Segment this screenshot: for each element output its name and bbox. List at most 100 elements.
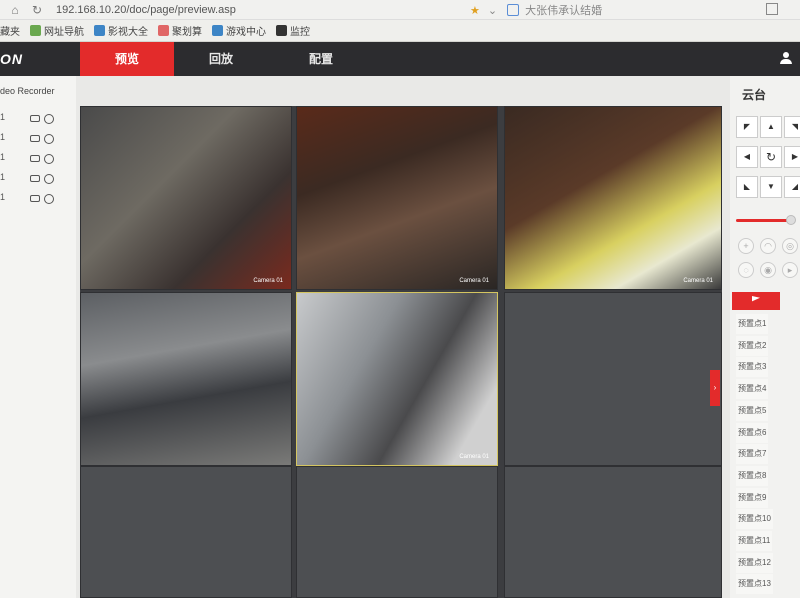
preset-item[interactable]: 预置点10 xyxy=(736,509,792,530)
browser-tab[interactable]: ★ ⌄ 大张伟承认结婚 xyxy=(470,0,602,20)
chevron-down-icon[interactable]: ⌄ xyxy=(488,4,497,17)
record-icon[interactable] xyxy=(44,114,54,124)
camera-label: Camera 01 xyxy=(459,454,489,460)
ptz-up-right-button[interactable]: ◥ xyxy=(784,116,800,138)
preset-item[interactable]: 预置点1 xyxy=(736,314,792,334)
refresh-icon[interactable]: ↻ xyxy=(30,3,44,17)
ptz-speed-slider-knob[interactable] xyxy=(786,215,796,225)
video-cell-empty[interactable] xyxy=(504,466,722,598)
video-cell[interactable]: Camera 01 xyxy=(296,292,498,466)
record-icon[interactable] xyxy=(44,194,54,204)
preset-item[interactable]: 预置点11 xyxy=(736,531,792,551)
preset-item[interactable]: 预置点7 xyxy=(736,444,792,465)
camera-feed-image xyxy=(81,293,291,465)
channel-number: 1 xyxy=(0,192,6,202)
channel-panel: deo Recorder 1 1 1 1 1 xyxy=(0,76,76,598)
bookmarks-bar: 藏夹 网址导航 影视大全 聚划算 游戏中心 监控 xyxy=(0,20,800,42)
menu-preview[interactable]: 预览 xyxy=(80,42,174,76)
brand-logo: ON xyxy=(0,51,23,67)
video-cell[interactable]: Camera 01 xyxy=(504,106,722,290)
apps-grid-icon[interactable] xyxy=(766,3,778,15)
ptz-down-button[interactable]: ▼ xyxy=(760,176,782,198)
bookmark-item[interactable]: 游戏中心 xyxy=(212,23,266,38)
ptz-right-button[interactable]: ▶ xyxy=(784,146,800,168)
preset-label: 预置点5 xyxy=(736,400,769,421)
channel-row[interactable]: 1 xyxy=(0,192,76,208)
ptz-up-left-button[interactable]: ◤ xyxy=(736,116,758,138)
preset-item[interactable]: 预置点6 xyxy=(736,422,792,443)
light-icon[interactable]: ◌ xyxy=(738,262,754,278)
preset-label: 预置点2 xyxy=(736,335,769,356)
home-icon[interactable]: ⌂ xyxy=(8,3,22,17)
preset-item[interactable]: 预置点9 xyxy=(736,487,792,508)
preset-label: 预置点3 xyxy=(736,357,769,378)
record-icon[interactable] xyxy=(44,174,54,184)
preset-item[interactable]: 预置点5 xyxy=(736,400,792,421)
bookmark-item[interactable]: 监控 xyxy=(276,23,310,38)
camera-feed-image xyxy=(505,107,721,289)
bookmark-item[interactable]: 藏夹 xyxy=(0,23,20,38)
star-icon[interactable]: ★ xyxy=(470,4,480,17)
camera-label: Camera 01 xyxy=(683,278,713,284)
camera-icon[interactable] xyxy=(30,115,40,122)
channel-number: 1 xyxy=(0,152,6,162)
bookmark-item[interactable]: 聚划算 xyxy=(158,23,202,38)
channel-row[interactable]: 1 xyxy=(0,132,76,148)
preset-item[interactable]: 预置点3 xyxy=(736,357,792,378)
ptz-up-button[interactable]: ▲ xyxy=(760,116,782,138)
tab-favicon-icon xyxy=(507,4,520,16)
preset-label: 预置点9 xyxy=(736,487,769,508)
user-icon[interactable] xyxy=(780,52,792,64)
bookmark-label: 影视大全 xyxy=(108,27,148,38)
collapse-panel-button[interactable]: › xyxy=(710,370,720,406)
zoom-out-icon[interactable]: ▸ xyxy=(782,262,798,278)
video-cell[interactable] xyxy=(80,292,292,466)
camera-icon[interactable] xyxy=(30,175,40,182)
video-cell-empty[interactable] xyxy=(504,292,722,466)
bookmark-icon xyxy=(94,25,105,36)
video-cell[interactable]: Camera 01 xyxy=(80,106,292,290)
video-cell-empty[interactable] xyxy=(80,466,292,598)
preset-label: 预置点13 xyxy=(736,574,773,595)
camera-feed-image xyxy=(297,107,497,289)
channel-number: 1 xyxy=(0,112,6,122)
video-cell[interactable]: Camera 01 xyxy=(296,106,498,290)
iris-icon[interactable]: ◎ xyxy=(782,238,798,254)
ptz-speed-slider[interactable] xyxy=(736,219,792,222)
wiper-icon[interactable]: ◉ xyxy=(760,262,776,278)
record-icon[interactable] xyxy=(44,134,54,144)
ptz-auto-button[interactable]: ↻ xyxy=(760,146,782,168)
record-icon[interactable] xyxy=(44,154,54,164)
bookmark-label: 藏夹 xyxy=(0,27,20,38)
camera-feed-image xyxy=(297,293,497,465)
camera-label: Camera 01 xyxy=(459,278,489,284)
zoom-in-icon[interactable]: + xyxy=(738,238,754,254)
channel-row[interactable]: 1 xyxy=(0,172,76,188)
preset-tab[interactable] xyxy=(732,292,780,310)
preset-label: 预置点4 xyxy=(736,379,769,400)
ptz-down-left-button[interactable]: ◣ xyxy=(736,176,758,198)
preset-item[interactable]: 预置点8 xyxy=(736,465,792,486)
camera-icon[interactable] xyxy=(30,195,40,202)
ptz-down-right-button[interactable]: ◢ xyxy=(784,176,800,198)
bookmark-icon xyxy=(30,25,41,36)
menu-playback[interactable]: 回放 xyxy=(174,42,268,76)
ptz-left-button[interactable]: ◀ xyxy=(736,146,758,168)
url-field[interactable]: 192.168.10.20/doc/page/preview.asp xyxy=(56,4,236,16)
channel-row[interactable]: 1 xyxy=(0,112,76,128)
preset-label: 预置点8 xyxy=(736,465,769,486)
preset-item[interactable]: 预置点4 xyxy=(736,379,792,400)
bookmark-label: 游戏中心 xyxy=(226,27,266,38)
camera-icon[interactable] xyxy=(30,135,40,142)
camera-icon[interactable] xyxy=(30,155,40,162)
preset-item[interactable]: 预置点2 xyxy=(736,335,792,356)
preset-item[interactable]: 预置点12 xyxy=(736,552,792,573)
preset-item[interactable]: 预置点13 xyxy=(736,574,792,595)
bookmark-item[interactable]: 影视大全 xyxy=(94,23,148,38)
channel-row[interactable]: 1 xyxy=(0,152,76,168)
menu-config[interactable]: 配置 xyxy=(274,42,368,76)
bookmark-item[interactable]: 网址导航 xyxy=(30,23,84,38)
focus-icon[interactable]: ◠ xyxy=(760,238,776,254)
video-cell-empty[interactable] xyxy=(296,466,498,598)
bookmark-icon xyxy=(158,25,169,36)
